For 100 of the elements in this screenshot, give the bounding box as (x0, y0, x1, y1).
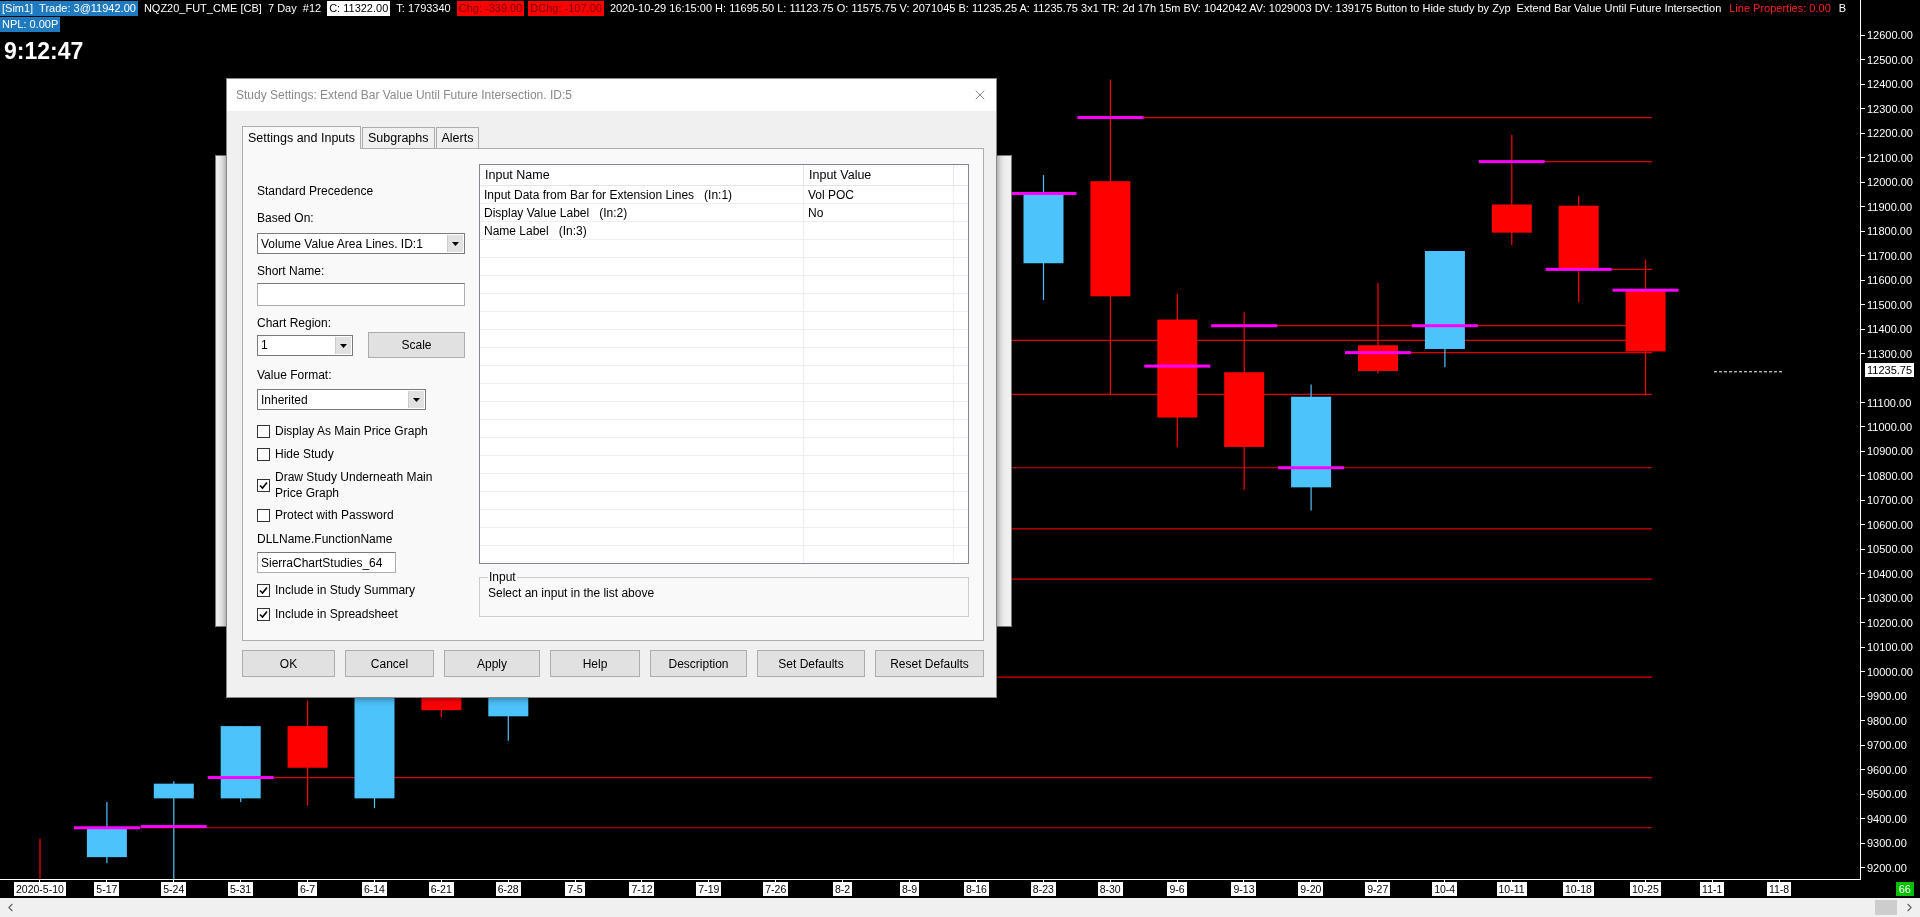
axis-label: 9900.00 (1867, 690, 1907, 703)
axis-label: 12400.00 (1867, 78, 1913, 91)
checkbox-label: Display As Main Price Graph (275, 423, 429, 439)
precedence-text: Standard Precedence (257, 184, 375, 199)
date-label: 7-12 (629, 882, 655, 896)
poc-marker (1345, 351, 1411, 355)
status-text: C: 11322.00 (327, 0, 391, 16)
group-title: Input (488, 570, 517, 584)
dialog-button[interactable]: Reset Defaults (875, 650, 984, 677)
caret-icon (335, 336, 351, 354)
table-cell[interactable]: Vol POC (804, 186, 954, 203)
status-text: Chg: -339.00 (456, 0, 525, 16)
status-text: T: 1793340 (395, 0, 452, 16)
input-field[interactable] (257, 283, 465, 306)
date-label: 8-2 (833, 882, 853, 896)
axis-label: 11800.00 (1867, 225, 1913, 238)
axis-label: 12200.00 (1867, 127, 1913, 140)
axis-label: 11700.00 (1867, 249, 1913, 262)
caret-icon (408, 391, 424, 408)
date-label: 6-21 (428, 882, 454, 896)
date-label: 8-30 (1097, 882, 1123, 896)
current-price-label: 11235.75 (1865, 362, 1915, 377)
poc-marker (1211, 324, 1278, 328)
checkbox-label: Draw Study Underneath Main Price Graph (275, 469, 434, 501)
checkbox-label: Include in Study Summary (275, 582, 417, 598)
poc-marker (1545, 267, 1612, 271)
poc-marker (1478, 160, 1545, 164)
axis-label: 9600.00 (1867, 763, 1907, 776)
tab[interactable]: Alerts (435, 127, 480, 148)
date-label: 7-26 (763, 882, 789, 896)
value-format-dropdown[interactable]: Inherited (257, 389, 426, 410)
column-header[interactable]: Input Name (480, 165, 804, 185)
date-label: 2020-5-10 (14, 882, 66, 896)
axis-label: 10300.00 (1867, 592, 1913, 605)
based-on-dropdown[interactable]: Volume Value Area Lines. ID:1 (257, 233, 465, 254)
checkbox[interactable] (257, 608, 270, 621)
date-label: 7-5 (565, 882, 585, 896)
checkbox[interactable] (257, 479, 270, 492)
checkbox-label: Include in Spreadsheet (275, 606, 399, 622)
axis-label: 11300.00 (1867, 347, 1913, 360)
date-label: 10-25 (1629, 882, 1661, 896)
dialog-button[interactable]: Cancel (345, 650, 434, 677)
date-label: 10-4 (1432, 882, 1458, 896)
axis-label: 9400.00 (1867, 812, 1907, 825)
table-cell[interactable]: No (804, 204, 954, 221)
dialog-button[interactable]: Apply (444, 650, 540, 677)
poc-marker (1278, 466, 1345, 470)
status-text: Line Properties: 0.00 (1728, 0, 1832, 16)
date-label: 11-1 (1700, 882, 1725, 896)
field-label: Chart Region: (257, 316, 333, 331)
date-label: 6-7 (297, 882, 318, 896)
date-label: 9-27 (1365, 882, 1391, 896)
dialog-button[interactable]: Help (550, 650, 640, 677)
table-cell[interactable]: Input Data from Bar for Extension Lines (In:1) (480, 186, 804, 203)
scroll-thumb[interactable] (1875, 900, 1897, 915)
axis-label: 9800.00 (1867, 714, 1907, 727)
axis-label: 10900.00 (1867, 445, 1913, 458)
table-cell[interactable]: Name Label (In:3) (480, 222, 804, 239)
date-label: 7-19 (696, 882, 722, 896)
checkbox[interactable] (257, 425, 270, 438)
table-cell[interactable]: Display Value Label (In:2) (480, 204, 804, 221)
date-label: 5-24 (161, 882, 187, 896)
scrollbar[interactable] (0, 898, 1920, 917)
date-label: 8-23 (1030, 882, 1056, 896)
axis-label: 11600.00 (1867, 274, 1913, 287)
help-text: Select an input in the list above (488, 586, 656, 600)
scale-button[interactable]: Scale (368, 332, 465, 358)
axis-label: 9500.00 (1867, 788, 1907, 801)
input-field[interactable]: SierraChartStudies_64 (257, 552, 396, 573)
axis-label: 12600.00 (1867, 29, 1913, 42)
axis-label: 11000.00 (1867, 421, 1913, 433)
tab[interactable]: Settings and Inputs (242, 126, 362, 149)
date-label: 9-13 (1231, 882, 1257, 896)
checkbox-label: Hide Study (275, 446, 335, 462)
tab[interactable]: Subgraphs (362, 127, 435, 148)
column-header[interactable]: Input Value (804, 165, 954, 185)
dialog-button[interactable]: Description (650, 650, 747, 677)
status-text: DChg: -107.00 (528, 0, 604, 16)
axis-label: 11400.00 (1867, 323, 1913, 336)
field-label: Short Name: (257, 264, 326, 279)
status-text: 2020-10-29 16:15:00 H: 11695.50 L: 11123.75 O: 11575.75 V: 2071045 B: 11235.25 A: 11235.75 3x1 TR: 2d 17h 15m BV: 1042042 AV: 1029003 DV: 139175 Button to Hide study by Zyp Extend Bar Value Until Future Intersection (608, 0, 1723, 16)
poc-marker (1144, 364, 1211, 368)
chart-region-dropdown[interactable]: 1 (257, 334, 353, 356)
axis-label: 9700.00 (1867, 739, 1907, 752)
date-label: 8-16 (963, 882, 989, 896)
dialog-button[interactable]: Set Defaults (757, 650, 865, 677)
axis-label: 10100.00 (1867, 641, 1913, 654)
status-text: B (1837, 0, 1848, 16)
axis-label: 10800.00 (1867, 469, 1913, 482)
checkbox[interactable] (257, 509, 270, 522)
date-label: 6-14 (361, 882, 387, 896)
date-label: 9-6 (1167, 882, 1187, 896)
axis-label: 11500.00 (1867, 298, 1913, 311)
axis-label: 9200.00 (1867, 861, 1907, 874)
checkbox[interactable] (257, 584, 270, 597)
clock-text: 9:12:47 (4, 38, 84, 65)
date-label: 9-20 (1298, 882, 1324, 896)
axis-label: 10500.00 (1867, 543, 1913, 556)
dialog-button[interactable]: OK (242, 650, 335, 677)
checkbox[interactable] (257, 448, 270, 461)
